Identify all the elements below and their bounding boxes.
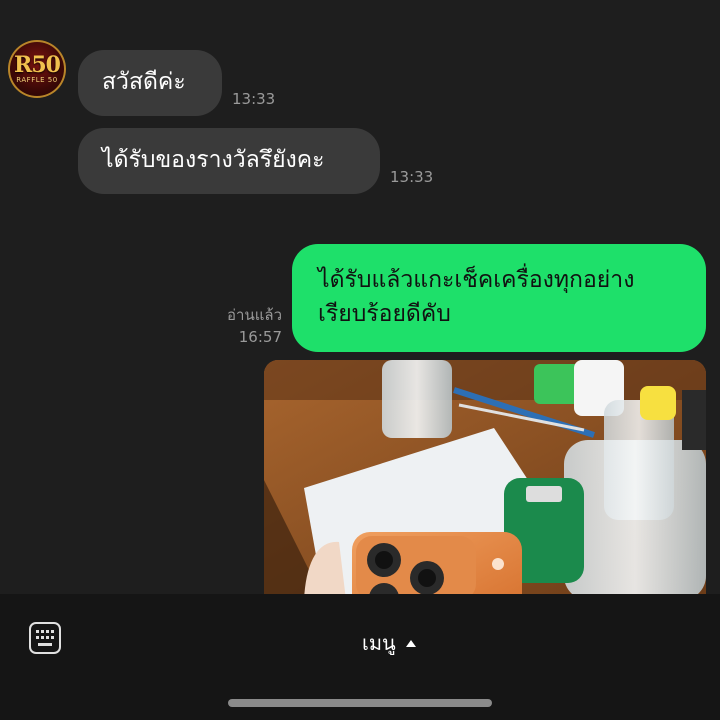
- message-text: ได้รับของรางวัลรึยังคะ: [102, 147, 325, 173]
- incoming-message-bubble[interactable]: สวัสดีค่ะ: [78, 50, 222, 116]
- read-receipt: อ่านแล้ว 16:57: [227, 304, 282, 348]
- message-timestamp: 13:33: [390, 168, 434, 186]
- caret-up-icon: [405, 639, 416, 647]
- message-text: สวัสดีค่ะ: [102, 69, 186, 95]
- message-text-line: เรียบร้อยดีคับ: [318, 301, 451, 327]
- read-status: อ่านแล้ว: [227, 306, 282, 324]
- avatar-logo-text: R50: [14, 51, 61, 78]
- menu-toggle-button[interactable]: เมนู: [362, 627, 416, 659]
- outgoing-message-bubble[interactable]: ได้รับแล้วแกะเช็คเครื่องทุกอย่าง เรียบร้…: [292, 244, 706, 352]
- menu-label: เมนู: [362, 631, 396, 655]
- message-timestamp: 16:57: [238, 328, 282, 346]
- avatar-logo-subtext: RAFFLE 50: [16, 75, 58, 84]
- contact-avatar[interactable]: R50 RAFFLE 50: [8, 40, 66, 98]
- home-indicator[interactable]: [228, 699, 492, 707]
- photo-image: [264, 360, 706, 594]
- chat-area[interactable]: R50 RAFFLE 50 สวัสดีค่ะ 13:33 ได้รับของร…: [0, 0, 720, 594]
- incoming-message-bubble[interactable]: ได้รับของรางวัลรึยังคะ: [78, 128, 380, 194]
- photo-message[interactable]: [264, 360, 706, 594]
- message-timestamp: 13:33: [232, 90, 276, 108]
- message-text-line: ได้รับแล้วแกะเช็คเครื่องทุกอย่าง: [318, 267, 635, 293]
- keyboard-icon[interactable]: [28, 621, 62, 655]
